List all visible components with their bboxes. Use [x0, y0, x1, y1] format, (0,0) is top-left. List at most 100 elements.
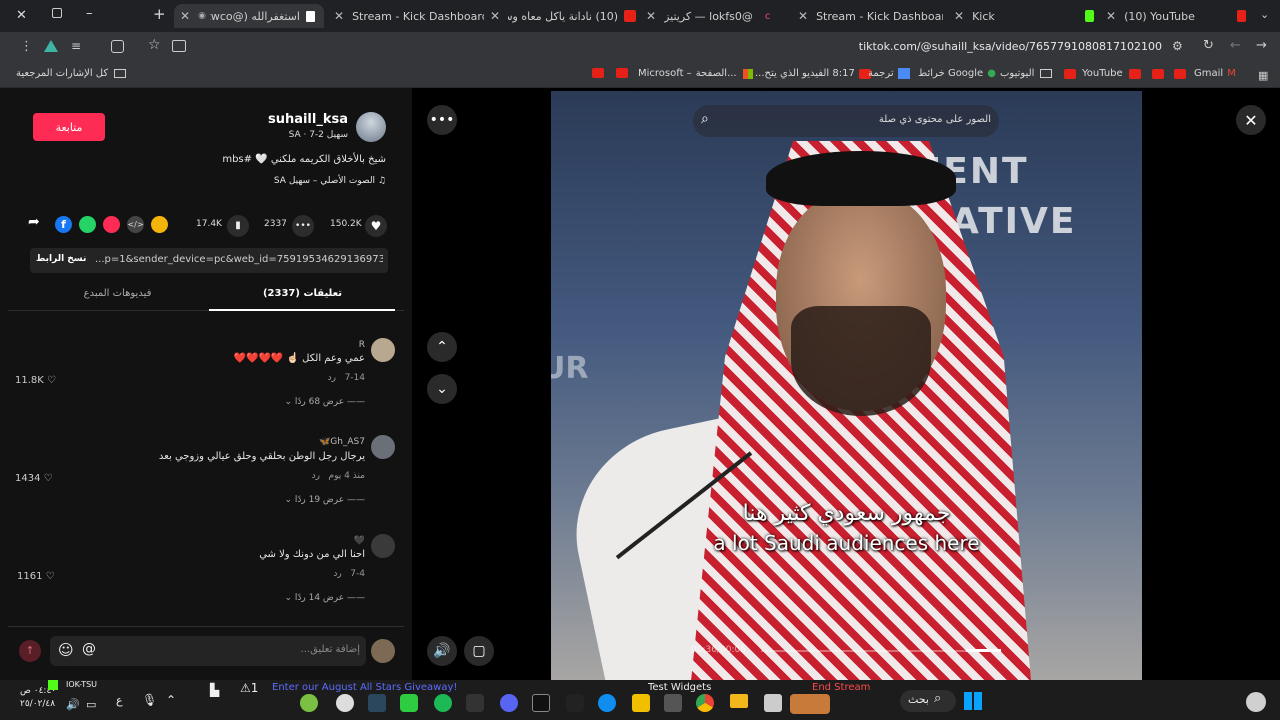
tab-kick[interactable]: ✕ Kick	[954, 4, 1094, 28]
tab-comments[interactable]: (2337) تعليقات	[210, 288, 395, 299]
bookmark-microsoft[interactable]: Microsoft – الصفحة...	[638, 68, 753, 79]
extension-icon[interactable]	[44, 40, 58, 52]
end-stream-label[interactable]: End Stream	[812, 682, 870, 693]
bookmark-video[interactable]: 8:17 الفيديو الذي يتح...	[755, 68, 871, 79]
view-replies[interactable]: —— عرض 68 ردًا ⌄	[200, 397, 365, 407]
share-link[interactable]: ...p=1&sender_device=pc&web_id=759195346…	[95, 254, 383, 265]
next-video-button[interactable]: ⌄	[427, 374, 457, 404]
view-replies[interactable]: —— عرض 19 ردًا ⌄	[200, 495, 365, 505]
comment-input[interactable]: إضافة تعليق...	[150, 644, 360, 655]
weather-icon[interactable]	[1246, 692, 1266, 712]
reply-link[interactable]: رد	[312, 471, 320, 481]
store-icon[interactable]	[632, 694, 650, 712]
sound-row[interactable]: ♫ الصوت الأصلي – سهيل SA	[40, 176, 386, 186]
bookmark-youtube-1[interactable]	[592, 68, 604, 78]
mention-icon[interactable]: @	[82, 641, 96, 657]
tab-kick-dashboard-2[interactable]: ✕ Stream - Kick Dashboard	[798, 4, 943, 28]
comment-user[interactable]: R	[200, 340, 365, 350]
tab-search-icon[interactable]: ⌄	[1260, 8, 1269, 21]
tab-tiktok[interactable]: ✕ ◉ استغفرالله (@Szwco)	[174, 4, 324, 28]
volume-tray-icon[interactable]: 🔊	[66, 698, 80, 711]
reload-icon[interactable]: ↻	[1203, 38, 1214, 53]
send-icon[interactable]	[103, 216, 120, 233]
windows-start-icon[interactable]	[964, 692, 982, 710]
bookmark-youtube-folder[interactable]: اليوتيوب	[1000, 68, 1053, 79]
follow-button[interactable]: متابعة	[33, 113, 105, 141]
xbox-icon[interactable]	[300, 694, 318, 712]
comment-likes[interactable]: 11.8K ♡	[15, 375, 56, 386]
share-arrow-icon[interactable]: ➦	[28, 214, 40, 230]
game-icon[interactable]	[790, 694, 830, 714]
comment-likes[interactable]: 1434 ♡	[15, 473, 53, 484]
spotify-icon[interactable]	[434, 694, 452, 712]
username[interactable]: suhaill_ksa	[220, 112, 348, 127]
avatar[interactable]	[371, 534, 395, 558]
app-icon[interactable]	[466, 694, 484, 712]
forward-icon[interactable]: ←	[1230, 38, 1241, 53]
address-url[interactable]: tiktok.com/@suhaill_ksa/video/7657791080…	[700, 40, 1162, 53]
embed-icon[interactable]: </>	[127, 216, 144, 233]
test-widgets-label[interactable]: Test Widgets	[648, 682, 711, 693]
video-player[interactable]: STMENT ATIVE UR ⌕ الصور على محتوى ذي صلة…	[551, 91, 1142, 680]
input-language[interactable]: ع	[116, 694, 123, 707]
picture-in-picture-icon[interactable]: ▢	[464, 636, 494, 666]
steam-icon[interactable]	[368, 694, 386, 712]
site-settings-icon[interactable]: ⚙	[1172, 39, 1183, 53]
file-explorer-icon[interactable]	[730, 694, 748, 708]
discord-icon[interactable]	[500, 694, 518, 712]
app-icon[interactable]	[764, 694, 782, 712]
bookmark-youtube[interactable]: YouTube	[1064, 68, 1141, 79]
reply-link[interactable]: رد	[328, 373, 336, 383]
comment-user[interactable]: 🖤	[200, 536, 365, 546]
bookmark-translate[interactable]: ترجمة	[868, 68, 910, 79]
tab-kick-profile[interactable]: ✕ كريتيز — lokfs0@ c	[646, 4, 786, 28]
bookmark-youtube-2[interactable]	[616, 68, 628, 78]
edge-icon[interactable]	[598, 694, 616, 712]
avatar[interactable]	[356, 112, 386, 142]
microphone-icon[interactable]: 🎙	[142, 693, 157, 707]
close-icon[interactable]: ✕	[490, 9, 500, 23]
post-comment-button[interactable]: ↑	[19, 640, 41, 662]
menu-icon[interactable]: ⋮	[20, 39, 33, 54]
reply-link[interactable]: رد	[333, 569, 341, 579]
tab-creator-videos[interactable]: فيديوهات المبدع	[30, 288, 205, 299]
new-tab-icon[interactable]: +	[153, 5, 166, 23]
network-icon[interactable]: ▭	[86, 698, 96, 711]
video-search-input[interactable]: الصور على محتوى ذي صلة	[731, 114, 991, 125]
close-video-button[interactable]: ✕	[1236, 105, 1266, 135]
bookmark-star-icon[interactable]: ☆	[148, 37, 161, 53]
volume-icon[interactable]: 🔊	[427, 636, 457, 666]
cast-icon[interactable]: ≡	[71, 39, 81, 53]
share-icon[interactable]	[172, 40, 186, 52]
tab-youtube[interactable]: ✕ (10) YouTube	[1106, 4, 1246, 28]
close-icon[interactable]: ✕	[1106, 9, 1116, 23]
more-icon[interactable]: •••	[427, 105, 457, 135]
avatar[interactable]	[371, 338, 395, 362]
chart-icon[interactable]: ▙	[210, 683, 219, 697]
clock-date[interactable]: ٢٥/٠٢/٤٨	[20, 699, 55, 709]
tray-chevron-icon[interactable]: ⌃	[166, 693, 176, 707]
app-icon[interactable]	[566, 694, 584, 712]
all-bookmarks[interactable]: كل الإشارات المرجعية	[16, 68, 127, 79]
close-icon[interactable]: ✕	[646, 9, 656, 23]
heart-icon[interactable]: ♥	[365, 215, 387, 237]
restore-icon[interactable]	[52, 8, 62, 18]
emoji-icon[interactable]: ☺	[58, 641, 74, 659]
warning-icon[interactable]: ⚠1	[240, 681, 258, 695]
close-icon[interactable]: ✕	[180, 9, 190, 23]
app-icon[interactable]	[400, 694, 418, 712]
close-icon[interactable]: ✕	[798, 9, 808, 23]
whatsapp-icon[interactable]	[79, 216, 96, 233]
bookmark-maps[interactable]: خرائط Google ●	[918, 68, 996, 79]
facebook-icon[interactable]: f	[55, 216, 72, 233]
copy-link-button[interactable]: نسخ الرابط	[36, 254, 86, 264]
tab-kick-dashboard[interactable]: ✕ Stream - Kick Dashboard	[334, 4, 484, 28]
extensions-icon[interactable]	[111, 40, 124, 53]
nzxt-icon[interactable]	[532, 694, 550, 712]
app-icon[interactable]	[664, 694, 682, 712]
back-icon[interactable]: →	[1256, 38, 1267, 53]
close-icon[interactable]: ✕	[954, 9, 964, 23]
chrome-icon[interactable]	[696, 694, 714, 712]
comment-likes[interactable]: 1161 ♡	[17, 571, 55, 582]
close-icon[interactable]: ✕	[334, 9, 344, 23]
